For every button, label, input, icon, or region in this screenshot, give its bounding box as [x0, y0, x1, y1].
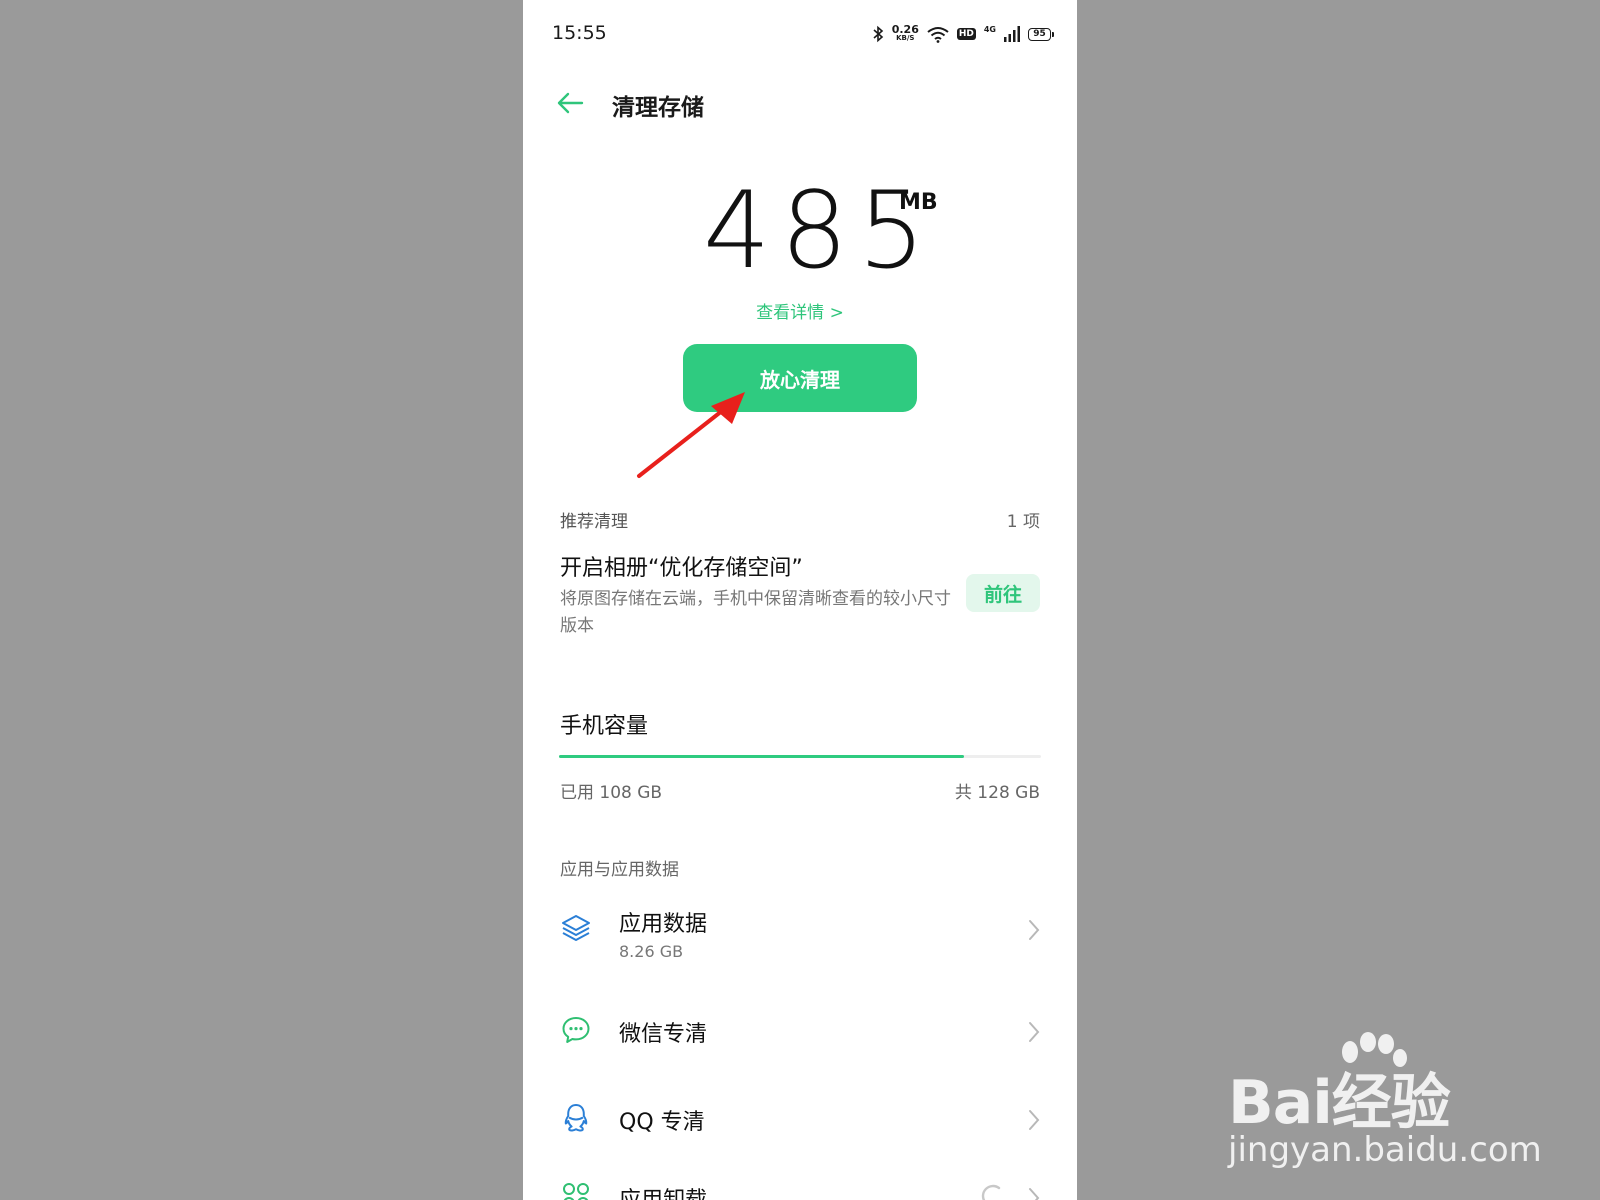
recommend-section-title: 推荐清理 — [560, 512, 628, 532]
list-item-label: QQ 专清 — [619, 1110, 705, 1135]
wechat-icon — [562, 1017, 590, 1043]
watermark-logo-text: Bai经验 — [1228, 1068, 1451, 1138]
loading-spinner-icon — [981, 1184, 1001, 1200]
apps-section-title: 应用与应用数据 — [560, 860, 679, 880]
app-grid-icon — [563, 1183, 589, 1200]
list-item-label: 应用卸载 — [619, 1182, 707, 1200]
list-item-qq-clean[interactable]: QQ 专清 — [523, 1094, 1077, 1164]
list-item-size: 8.26 GB — [619, 942, 684, 961]
recommend-item-title: 开启相册“优化存储空间” — [560, 556, 803, 581]
recommend-count: 1 项 — [1006, 512, 1040, 532]
bluetooth-icon — [873, 25, 883, 43]
list-item-app-data[interactable]: 应用数据 8.26 GB — [523, 898, 1077, 978]
network-type: 4G — [983, 24, 996, 34]
wifi-icon — [927, 26, 949, 43]
junk-size-display: 485 MB — [523, 176, 1077, 286]
capacity-bar — [559, 755, 1041, 758]
capacity-title: 手机容量 — [560, 714, 649, 739]
baidu-jingyan-watermark: Bai经验 jingyan.baidu.com — [1228, 1032, 1542, 1172]
annotation-arrow — [637, 392, 745, 478]
view-details-link[interactable]: 查看详情 > — [523, 298, 1077, 323]
hd-badge: HD — [956, 28, 976, 40]
chevron-right-icon — [1029, 920, 1040, 940]
header: 清理存储 — [523, 78, 1077, 128]
page-title: 清理存储 — [612, 95, 704, 121]
battery-icon: 95 — [1028, 27, 1054, 41]
net-speed: 0.26 KB/S — [891, 23, 919, 43]
phone-screen: 15:55 0.26 KB/S HD 4G 95 清理存储 485 MB 查看详… — [523, 0, 1077, 1200]
status-bar: 15:55 0.26 KB/S HD 4G 95 — [523, 0, 1077, 64]
go-button[interactable]: 前往 — [966, 574, 1040, 612]
list-item-label: 应用数据 — [619, 912, 708, 937]
layers-icon — [562, 915, 590, 941]
list-item-app-uninstall[interactable]: 应用卸载 — [523, 1172, 1077, 1200]
signal-icon — [1004, 26, 1020, 42]
capacity-used: 已用 108 GB — [560, 783, 663, 803]
list-item-wechat-clean[interactable]: 微信专清 — [523, 1006, 1077, 1076]
chevron-right-icon — [1029, 1188, 1040, 1200]
net-speed-unit: KB/S — [896, 34, 915, 42]
recommend-item-description: 将原图存储在云端，手机中保留清晰查看的较小尺寸版本 — [560, 589, 951, 636]
status-icons: 0.26 KB/S HD 4G 95 — [872, 22, 1054, 46]
capacity-total: 共 128 GB — [954, 783, 1040, 803]
capacity-bar-fill — [559, 755, 964, 758]
watermark-url: jingyan.baidu.com — [1228, 1130, 1542, 1170]
list-item-label: 微信专清 — [619, 1022, 708, 1047]
qq-icon — [564, 1104, 588, 1132]
chevron-right-icon — [1029, 1022, 1040, 1042]
junk-size-unit: MB — [899, 190, 938, 215]
chevron-right-icon — [1029, 1110, 1040, 1130]
net-speed-value: 0.26 — [891, 23, 919, 36]
status-time: 15:55 — [552, 22, 607, 44]
back-arrow-icon[interactable] — [555, 88, 585, 118]
